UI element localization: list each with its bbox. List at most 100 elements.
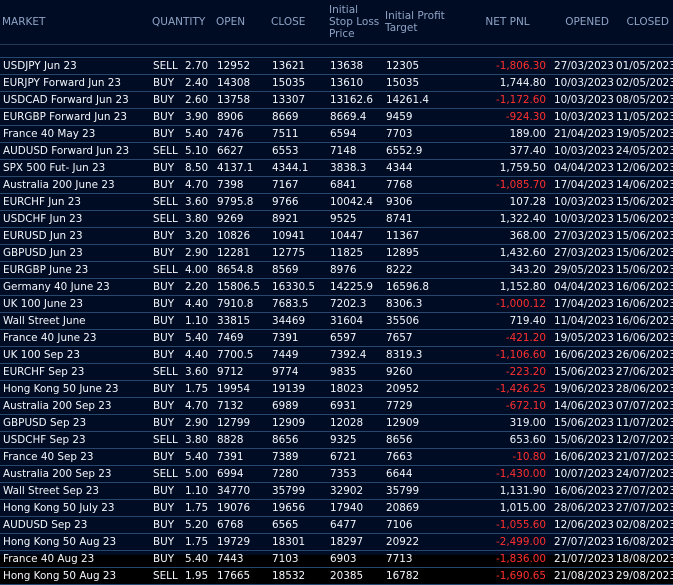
table-body: USDJPY Jun 23 SELL 2.70 12952 13621 13638 1230… — [0, 57, 673, 585]
cell-open: 6994 — [214, 465, 270, 483]
cell-closed: 27/07/2023 — [613, 499, 673, 517]
cell-side: BUY — [150, 244, 182, 262]
header-net-pnl: NET PNL — [462, 0, 552, 45]
cell-net-pnl: -2,499.00 — [462, 533, 552, 551]
cell-market: EURCHF Sep 23 — [0, 363, 150, 381]
cell-closed: 07/07/2023 — [613, 397, 673, 415]
cell-close: 35799 — [269, 482, 328, 500]
header-open: OPEN — [214, 0, 270, 45]
cell-net-pnl: -672.10 — [462, 397, 552, 415]
cell-opened: 15/06/2023 — [551, 414, 614, 432]
cell-opened: 19/06/2023 — [551, 380, 614, 398]
cell-open: 34770 — [214, 482, 270, 500]
table-row: Australia 200 June 23 BUY 4.70 7398 7167 6841… — [0, 176, 673, 194]
cell-opened: 21/04/2023 — [551, 125, 614, 143]
cell-stop-loss: 13162.6 — [327, 91, 384, 109]
header-spacer — [0, 45, 673, 58]
cell-opened: 17/04/2023 — [551, 176, 614, 194]
cell-quantity: 2.60 — [182, 91, 215, 109]
cell-close: 7389 — [269, 448, 328, 466]
cell-closed: 18/08/2023 — [613, 550, 673, 568]
cell-market: EURCHF Jun 23 — [0, 193, 150, 211]
table-row: USDJPY Jun 23 SELL 2.70 12952 13621 13638 1230… — [0, 57, 673, 75]
cell-profit-target: 20952 — [383, 380, 463, 398]
cell-closed: 15/06/2023 — [613, 227, 673, 245]
cell-close: 15035 — [269, 74, 328, 92]
cell-open: 7700.5 — [214, 346, 270, 364]
cell-stop-loss: 6594 — [327, 125, 384, 143]
cell-net-pnl: -1,055.60 — [462, 516, 552, 534]
cell-stop-loss: 6597 — [327, 329, 384, 347]
cell-market: France 40 May 23 — [0, 125, 150, 143]
cell-open: 7132 — [214, 397, 270, 415]
cell-market: USDCAD Forward Jun 23 — [0, 91, 150, 109]
cell-quantity: 5.40 — [182, 125, 215, 143]
cell-stop-loss: 13638 — [327, 57, 384, 75]
cell-closed: 29/08/2023 — [613, 567, 673, 585]
cell-opened: 15/06/2023 — [551, 431, 614, 449]
cell-profit-target: 7657 — [383, 329, 463, 347]
cell-close: 9766 — [269, 193, 328, 211]
cell-stop-loss: 9525 — [327, 210, 384, 228]
cell-stop-loss: 8669.4 — [327, 108, 384, 126]
table-row: Hong Kong 50 Aug 23 SELL 1.95 17665 18532 203… — [0, 567, 673, 585]
cell-stop-loss: 31604 — [327, 312, 384, 330]
cell-net-pnl: 1,759.50 — [462, 159, 552, 177]
cell-market: GBPUSD Sep 23 — [0, 414, 150, 432]
cell-close: 12909 — [269, 414, 328, 432]
table-row: EURCHF Jun 23 SELL 3.60 9795.8 9766 10042.4 93… — [0, 193, 673, 211]
table-row: Wall Street June BUY 1.10 33815 34469 31604 35… — [0, 312, 673, 330]
cell-market: Hong Kong 50 June 23 — [0, 380, 150, 398]
cell-profit-target: 7106 — [383, 516, 463, 534]
cell-quantity: 3.90 — [182, 108, 215, 126]
cell-stop-loss: 7353 — [327, 465, 384, 483]
cell-market: Wall Street June — [0, 312, 150, 330]
cell-close: 7683.5 — [269, 295, 328, 313]
cell-profit-target: 12305 — [383, 57, 463, 75]
cell-close: 12775 — [269, 244, 328, 262]
cell-market: Australia 200 Sep 23 — [0, 465, 150, 483]
cell-quantity: 5.40 — [182, 329, 215, 347]
cell-stop-loss: 11825 — [327, 244, 384, 262]
cell-profit-target: 7703 — [383, 125, 463, 143]
cell-close: 6553 — [269, 142, 328, 160]
cell-open: 10826 — [214, 227, 270, 245]
cell-side: BUY — [150, 380, 182, 398]
table-row: SPX 500 Fut- Jun 23 BUY 8.50 4137.1 4344.1 38… — [0, 159, 673, 177]
cell-open: 12799 — [214, 414, 270, 432]
cell-side: SELL — [150, 193, 182, 211]
cell-closed: 16/08/2023 — [613, 533, 673, 551]
cell-close: 19656 — [269, 499, 328, 517]
cell-market: Australia 200 Sep 23 — [0, 397, 150, 415]
table-row: USDCHF Jun 23 SELL 3.80 9269 8921 9525 8741 1,3… — [0, 210, 673, 228]
table-row: AUDUSD Forward Jun 23 SELL 5.10 6627 6553 714… — [0, 142, 673, 160]
cell-net-pnl: -1,430.00 — [462, 465, 552, 483]
cell-net-pnl: 1,131.90 — [462, 482, 552, 500]
cell-stop-loss: 6477 — [327, 516, 384, 534]
cell-opened: 27/03/2023 — [551, 244, 614, 262]
cell-close: 7280 — [269, 465, 328, 483]
cell-profit-target: 7713 — [383, 550, 463, 568]
cell-market: USDCHF Sep 23 — [0, 431, 150, 449]
table-row: UK 100 Sep 23 BUY 4.40 7700.5 7449 7392.4 8319… — [0, 346, 673, 364]
cell-side: BUY — [150, 295, 182, 313]
trade-history-table: MARKET QUANTITY OPEN CLOSE Initial Stop … — [0, 0, 673, 585]
cell-net-pnl: 1,015.00 — [462, 499, 552, 517]
cell-open: 19954 — [214, 380, 270, 398]
cell-market: USDCHF Jun 23 — [0, 210, 150, 228]
table-row: Hong Kong 50 Aug 23 BUY 1.75 19729 18301 1829… — [0, 533, 673, 551]
cell-net-pnl: 343.20 — [462, 261, 552, 279]
cell-open: 17665 — [214, 567, 270, 585]
cell-opened: 28/06/2023 — [551, 499, 614, 517]
cell-close: 18301 — [269, 533, 328, 551]
cell-stop-loss: 7202.3 — [327, 295, 384, 313]
cell-profit-target: 20922 — [383, 533, 463, 551]
cell-open: 12952 — [214, 57, 270, 75]
cell-market: EURGBP Forward Jun 23 — [0, 108, 150, 126]
cell-opened: 10/07/2023 — [551, 465, 614, 483]
cell-close: 8669 — [269, 108, 328, 126]
cell-side: BUY — [150, 346, 182, 364]
cell-close: 7449 — [269, 346, 328, 364]
cell-net-pnl: -1,690.65 — [462, 567, 552, 585]
cell-stop-loss: 20385 — [327, 567, 384, 585]
